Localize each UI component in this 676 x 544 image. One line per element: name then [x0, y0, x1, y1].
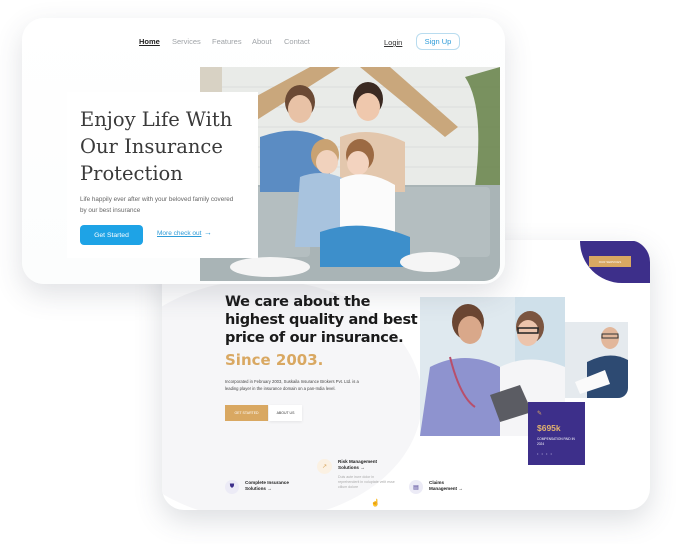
pen-icon: ✎: [537, 411, 543, 417]
compensation-stat-card: ✎ $695k COMPENSATION PAID IN 2024 • • • …: [528, 402, 585, 465]
feature-risk-management[interactable]: ↗ Risk Management Solutions → Duis aute …: [317, 459, 396, 490]
feature-title: Risk Management Solutions →: [338, 459, 378, 470]
login-link[interactable]: Login: [384, 38, 402, 47]
about-heading: We care about the highest quality and be…: [225, 294, 418, 346]
feature-claims-management[interactable]: ▤ Claims Management →: [409, 480, 469, 494]
nav-home[interactable]: Home: [139, 37, 160, 46]
feature-title: Complete Insurance Solutions →: [245, 480, 289, 491]
hero-subtitle: Life happily ever after with your belove…: [80, 196, 234, 214]
cursor-hand-icon: ☝: [371, 500, 380, 507]
get-started-button-secondary[interactable]: GET STARTED: [225, 405, 268, 421]
stat-value: $695k: [537, 423, 561, 433]
feature-complete-insurance[interactable]: ⛊ Complete Insurance Solutions →: [225, 480, 295, 494]
nav-about[interactable]: About: [252, 37, 272, 46]
arrow-right-icon: →: [204, 228, 212, 237]
more-check-out-link[interactable]: More check out: [157, 230, 201, 237]
consultant-photo-illustration: [565, 322, 628, 398]
chart-up-icon: ↗: [317, 459, 332, 474]
nav-services[interactable]: Services: [172, 37, 201, 46]
since-text: Since 2003.: [225, 351, 324, 369]
signup-button[interactable]: Sign Up: [416, 33, 460, 50]
carousel-dots[interactable]: • • • •: [537, 451, 553, 456]
feature-description: Duis aute irure dolor in reprehenderit i…: [338, 475, 395, 489]
hero-page-card: Home Services Features About Contact Log…: [22, 18, 505, 284]
consultant-image: [565, 322, 628, 398]
shield-icon: ⛊: [225, 480, 239, 494]
feature-title: Claims Management →: [429, 480, 463, 491]
document-icon: ▤: [409, 480, 423, 494]
hero-text-card: Enjoy Life With Our Insurance Protection…: [67, 92, 258, 258]
stat-label: COMPENSATION PAID IN 2024: [537, 437, 575, 446]
nav-contact[interactable]: Contact: [284, 37, 310, 46]
nav-features[interactable]: Features: [212, 37, 242, 46]
about-description: Incorporated in February 2003, Suskaila …: [225, 379, 359, 391]
hero-title: Enjoy Life With Our Insurance Protection: [80, 108, 233, 185]
get-started-button[interactable]: Get Started: [80, 225, 143, 245]
our-services-button[interactable]: OUR SERVICES: [589, 256, 631, 267]
about-us-button[interactable]: ABOUT US: [269, 405, 302, 421]
